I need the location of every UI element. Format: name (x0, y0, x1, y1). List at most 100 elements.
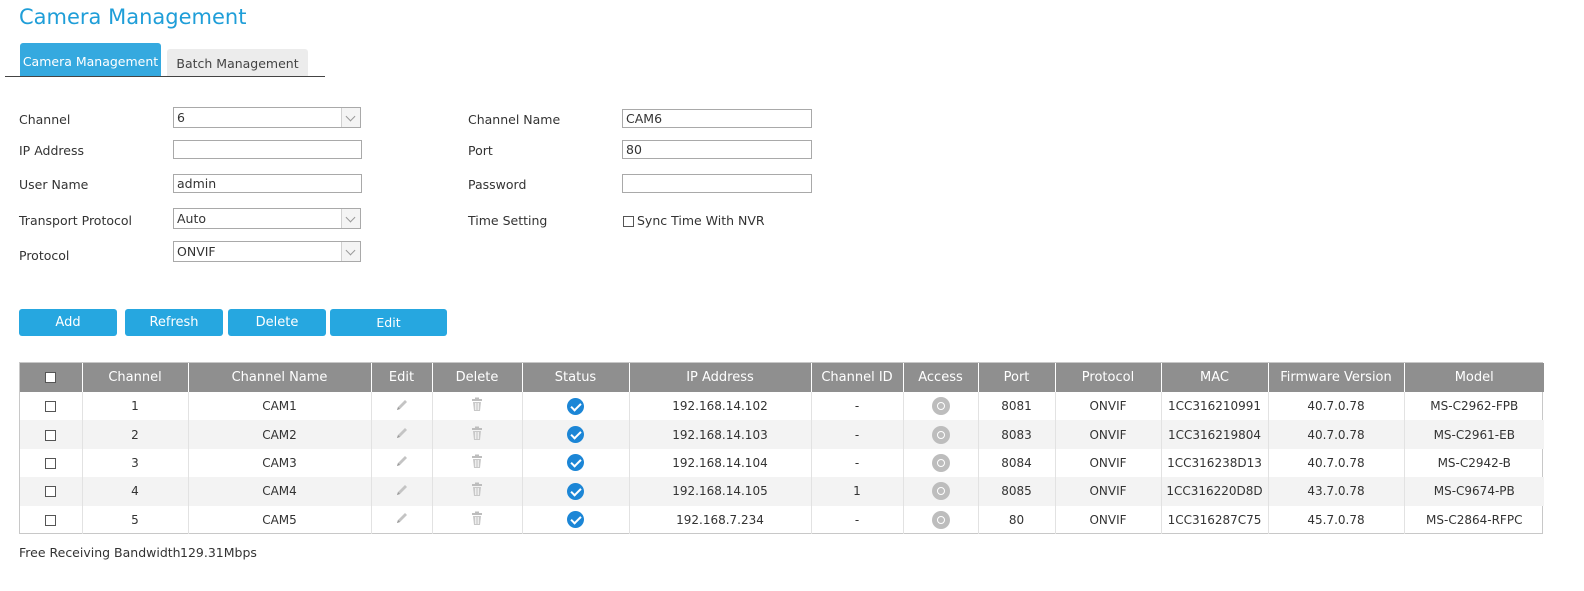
row-access (903, 448, 979, 478)
row-model: MS-C2942-B (1437, 455, 1511, 470)
channel-name-label: Channel Name (468, 112, 561, 127)
status-header: Status (522, 363, 630, 392)
pencil-icon[interactable] (395, 513, 409, 528)
row-port: 8081 (978, 392, 1056, 421)
row-channel: 3 (82, 448, 189, 478)
edit-authentication-button[interactable]: Edit Authentication (330, 309, 447, 357)
table-row: 2 CAM2 192.168.14.103- 8083 ONVIF 1CC31621980… (20, 420, 1544, 449)
web-access-icon[interactable] (931, 510, 950, 529)
row-channel-name: CAM5 (188, 505, 372, 534)
time-setting-label: Time Setting (468, 213, 548, 228)
pencil-icon[interactable] (395, 484, 409, 500)
row-delete (432, 448, 523, 478)
row-status (522, 477, 630, 506)
row-status (522, 420, 630, 449)
row-status (522, 392, 630, 421)
status-ok-icon (567, 426, 584, 444)
row-checkbox[interactable] (45, 457, 57, 469)
row-model: MS-C2962-FPB (1430, 399, 1519, 414)
row-channel-id: 1 (811, 477, 904, 506)
row-protocol: ONVIF (1055, 477, 1162, 506)
bandwidth-value: 129.31Mbps (180, 545, 257, 560)
row-mac: 1CC316219804 (1161, 420, 1269, 449)
ip-address-header: IP Address (629, 363, 812, 392)
tab-batch-management[interactable]: Batch Management (167, 49, 308, 76)
transport-protocol-select[interactable]: Auto (173, 208, 361, 229)
row-protocol: ONVIF (1055, 505, 1162, 534)
row-access (903, 392, 979, 421)
table-row: 3 CAM3 192.168.14.104- 8084 ONVIF 1CC316238D1… (20, 448, 1544, 478)
username-input[interactable] (173, 174, 362, 193)
trash-icon[interactable] (470, 482, 484, 500)
protocol-select[interactable]: ONVIF (173, 241, 361, 262)
trash-icon[interactable] (470, 397, 484, 415)
pencil-icon[interactable] (395, 428, 409, 443)
row-channel: 5 (82, 505, 189, 534)
row-firmware: 40.7.0.78 (1268, 448, 1405, 478)
row-edit (371, 505, 433, 534)
channel-select[interactable]: 6 (173, 107, 361, 128)
row-delete (432, 505, 523, 534)
pencil-icon[interactable] (395, 456, 409, 471)
sync-time-checkbox[interactable] (623, 216, 634, 227)
web-access-icon[interactable] (931, 397, 950, 416)
password-label: Password (468, 177, 527, 192)
row-firmware: 43.7.0.78 (1268, 477, 1405, 506)
row-firmware: 40.7.0.78 (1268, 420, 1405, 449)
row-status (522, 448, 630, 478)
port-label: Port (468, 143, 493, 158)
row-checkbox[interactable] (45, 429, 57, 441)
web-access-icon[interactable] (931, 425, 950, 444)
access-header: Access (903, 363, 979, 392)
web-access-icon[interactable] (931, 482, 950, 501)
trash-icon[interactable] (470, 454, 484, 472)
row-port: 8083 (978, 420, 1056, 449)
port-input[interactable] (622, 140, 812, 159)
trash-icon[interactable] (470, 511, 484, 529)
row-ip-address: 192.168.14.102 (629, 392, 812, 421)
trash-icon[interactable] (470, 426, 484, 444)
port-header: Port (978, 363, 1056, 392)
channel-name-header: Channel Name (188, 363, 372, 392)
row-select (20, 448, 83, 478)
web-access-icon[interactable] (931, 453, 950, 472)
row-protocol: ONVIF (1055, 392, 1162, 421)
row-edit (371, 448, 433, 478)
page-title: Camera Management (19, 5, 247, 29)
row-checkbox[interactable] (45, 486, 57, 498)
row-channel-id: - (811, 505, 904, 534)
select-all-checkbox[interactable] (45, 372, 57, 383)
password-input[interactable] (622, 174, 812, 193)
ip-address-input[interactable] (173, 140, 362, 159)
tab-bar: Camera Management Batch Management (5, 43, 325, 77)
row-mac: 1CC316238D13 (1161, 448, 1269, 478)
mac-header: MAC (1161, 363, 1269, 392)
row-model: MS-C2864-RFPC (1426, 512, 1523, 527)
channel-header: Channel (82, 363, 189, 392)
row-select (20, 420, 83, 449)
row-port: 80 (978, 505, 1056, 534)
row-channel: 2 (82, 420, 189, 449)
pencil-icon[interactable] (395, 399, 409, 415)
row-ip-address: 192.168.14.103 (629, 420, 812, 449)
row-channel-id: - (811, 420, 904, 449)
row-ip-address: 192.168.14.105 (629, 477, 812, 506)
row-delete (432, 392, 523, 421)
row-delete (432, 420, 523, 449)
row-model: MS-C9674-PB (1404, 477, 1544, 506)
add-button[interactable]: Add (19, 309, 117, 336)
row-channel-name: CAM3 (188, 448, 372, 478)
row-checkbox[interactable] (45, 514, 57, 526)
row-ip-address: 192.168.7.234 (629, 505, 812, 534)
row-access (903, 477, 979, 506)
row-protocol: ONVIF (1055, 448, 1162, 478)
status-ok-icon (567, 397, 584, 415)
delete-header: Delete (432, 363, 523, 392)
delete-button[interactable]: Delete (228, 309, 326, 336)
row-checkbox[interactable] (45, 401, 57, 413)
channel-name-input[interactable] (622, 109, 812, 128)
row-channel-name: CAM1 (188, 392, 372, 421)
row-select (20, 505, 83, 534)
tab-camera-management[interactable]: Camera Management (20, 43, 161, 76)
refresh-button[interactable]: Refresh (125, 309, 223, 336)
